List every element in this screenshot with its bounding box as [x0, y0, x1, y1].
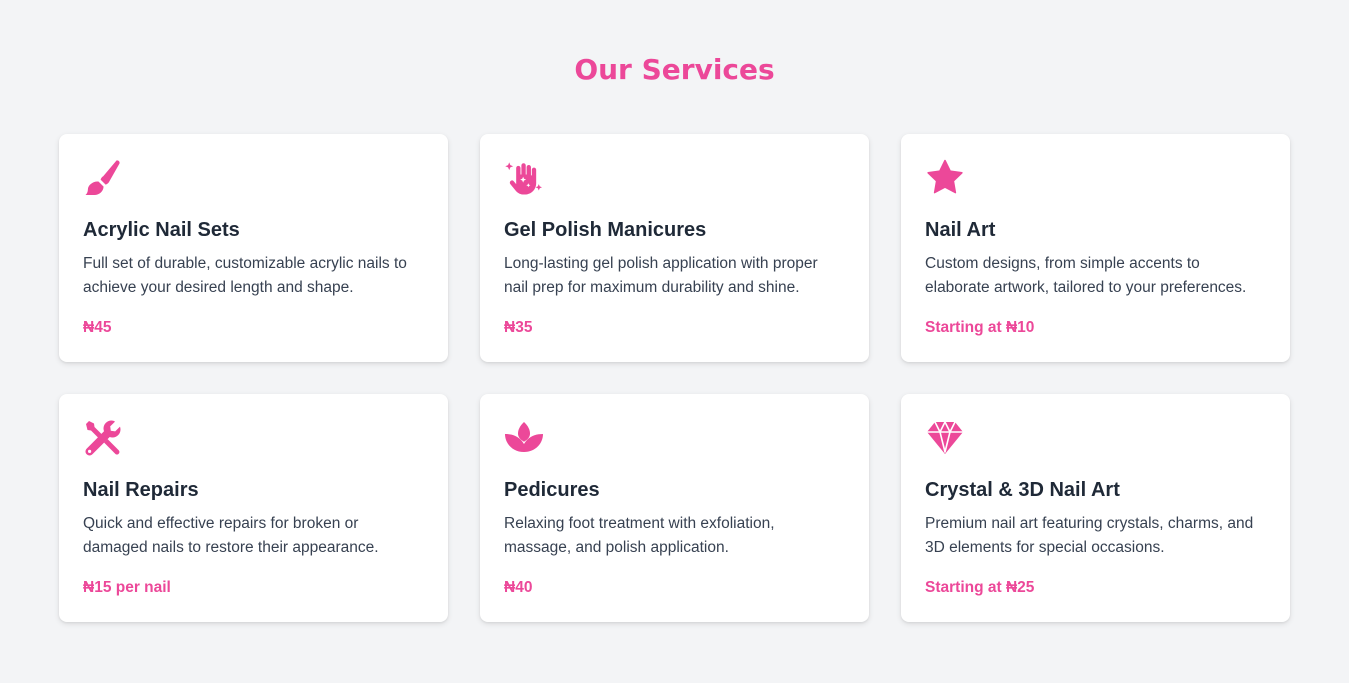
service-card-nail-art: Nail Art Custom designs, from simple acc… — [901, 134, 1290, 362]
service-description: Premium nail art featuring crystals, cha… — [925, 515, 1254, 556]
service-description: Relaxing foot treatment with exfoliation… — [504, 515, 775, 556]
service-description: Custom designs, from simple accents to e… — [925, 255, 1247, 296]
service-price: Starting at ₦25 — [925, 579, 1035, 596]
service-card-acrylic: Acrylic Nail Sets Full set of durable, c… — [59, 134, 448, 362]
service-title: Nail Repairs — [83, 479, 199, 501]
service-description: Full set of durable, customizable acryli… — [83, 255, 407, 296]
service-price: Starting at ₦10 — [925, 319, 1035, 336]
service-title: Acrylic Nail Sets — [83, 219, 240, 241]
service-card-gel: Gel Polish Manicures Long-lasting gel po… — [480, 134, 869, 362]
service-title: Pedicures — [504, 479, 600, 501]
gem-icon — [925, 418, 965, 458]
service-title: Gel Polish Manicures — [504, 219, 707, 241]
service-price: ₦15 per nail — [83, 579, 171, 596]
sparkle-hand-icon — [504, 158, 544, 198]
service-card-crystal: Crystal & 3D Nail Art Premium nail art f… — [901, 394, 1290, 622]
services-grid: Acrylic Nail Sets Full set of durable, c… — [59, 134, 1290, 622]
tools-icon — [83, 418, 123, 458]
service-description: Long-lasting gel polish application with… — [504, 255, 818, 296]
paintbrush-icon — [83, 158, 123, 198]
section-heading: Our Services — [574, 53, 775, 86]
service-title: Nail Art — [925, 219, 996, 241]
service-price: ₦40 — [504, 579, 533, 596]
service-title: Crystal & 3D Nail Art — [925, 479, 1120, 501]
service-card-repairs: Nail Repairs Quick and effective repairs… — [59, 394, 448, 622]
services-section: Our Services Acrylic Nail Sets Full set … — [0, 0, 1349, 683]
service-price: ₦35 — [504, 319, 533, 336]
service-description: Quick and effective repairs for broken o… — [83, 515, 379, 556]
star-icon — [925, 158, 965, 198]
lotus-icon — [504, 418, 544, 458]
service-card-pedicures: Pedicures Relaxing foot treatment with e… — [480, 394, 869, 622]
service-price: ₦45 — [83, 319, 112, 336]
